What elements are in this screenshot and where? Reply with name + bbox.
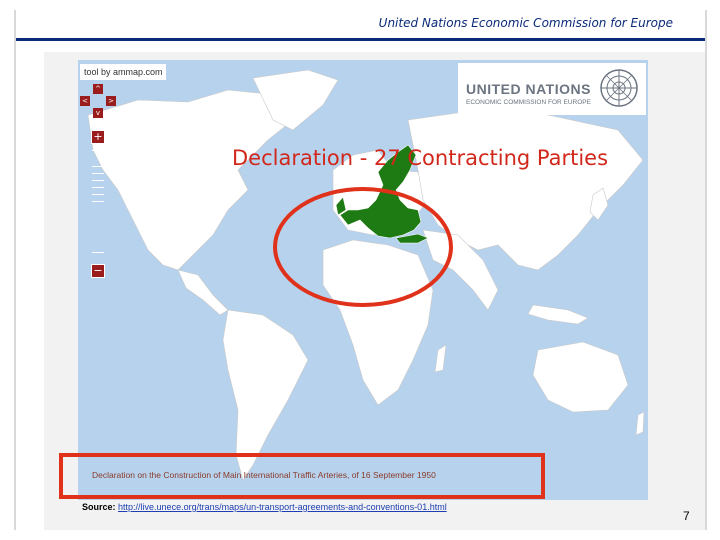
map-caption: Declaration on the Construction of Main … bbox=[92, 470, 436, 480]
un-ece-logo: UNITED NATIONS ECONOMIC COMMISSION FOR E… bbox=[458, 63, 646, 115]
zoom-slider-tick[interactable] bbox=[92, 180, 104, 181]
pan-down-button[interactable]: v bbox=[93, 108, 103, 118]
frame-right-border bbox=[705, 10, 707, 530]
source-label: Source: bbox=[82, 502, 116, 512]
zoom-slider-tick[interactable] bbox=[92, 187, 104, 188]
map-credit-label[interactable]: tool by ammap.com bbox=[80, 64, 166, 80]
zoom-in-button[interactable]: + bbox=[91, 130, 105, 144]
zoom-slider-tick[interactable] bbox=[92, 173, 104, 174]
slide-header: United Nations Economic Commission for E… bbox=[14, 10, 707, 41]
un-emblem-icon bbox=[600, 69, 638, 107]
pan-left-button[interactable]: < bbox=[80, 96, 90, 106]
australia-landmass bbox=[532, 341, 629, 413]
new-zealand-landmass bbox=[635, 411, 645, 436]
north-america-landmass bbox=[87, 89, 294, 271]
logo-name: UNITED NATIONS bbox=[466, 81, 591, 97]
pan-up-button[interactable]: ^ bbox=[93, 84, 103, 94]
page-number: 7 bbox=[683, 509, 690, 523]
pan-right-button[interactable]: > bbox=[106, 96, 116, 106]
source-line: Source: http://live.unece.org/trans/maps… bbox=[82, 502, 447, 512]
zoom-out-button[interactable]: − bbox=[91, 264, 105, 278]
madagascar-landmass bbox=[434, 344, 447, 373]
logo-subtitle: ECONOMIC COMMISSION FOR EUROPE bbox=[466, 99, 591, 106]
indonesia-landmass bbox=[527, 304, 589, 325]
central-america-landmass bbox=[177, 269, 229, 316]
zoom-slider-tick[interactable] bbox=[92, 201, 104, 202]
frame-left-border bbox=[14, 10, 16, 530]
zoom-slider-tick[interactable] bbox=[92, 194, 104, 195]
zoom-slider-tick[interactable] bbox=[92, 252, 104, 253]
zoom-slider-tick[interactable] bbox=[92, 166, 104, 167]
zoom-slider-tick[interactable] bbox=[92, 150, 104, 151]
source-link[interactable]: http://live.unece.org/trans/maps/un-tran… bbox=[118, 502, 447, 512]
map-title: Declaration - 27 Contracting Parties bbox=[232, 146, 609, 170]
header-title: United Nations Economic Commission for E… bbox=[378, 16, 673, 30]
europe-highlight-ellipse bbox=[273, 187, 453, 307]
